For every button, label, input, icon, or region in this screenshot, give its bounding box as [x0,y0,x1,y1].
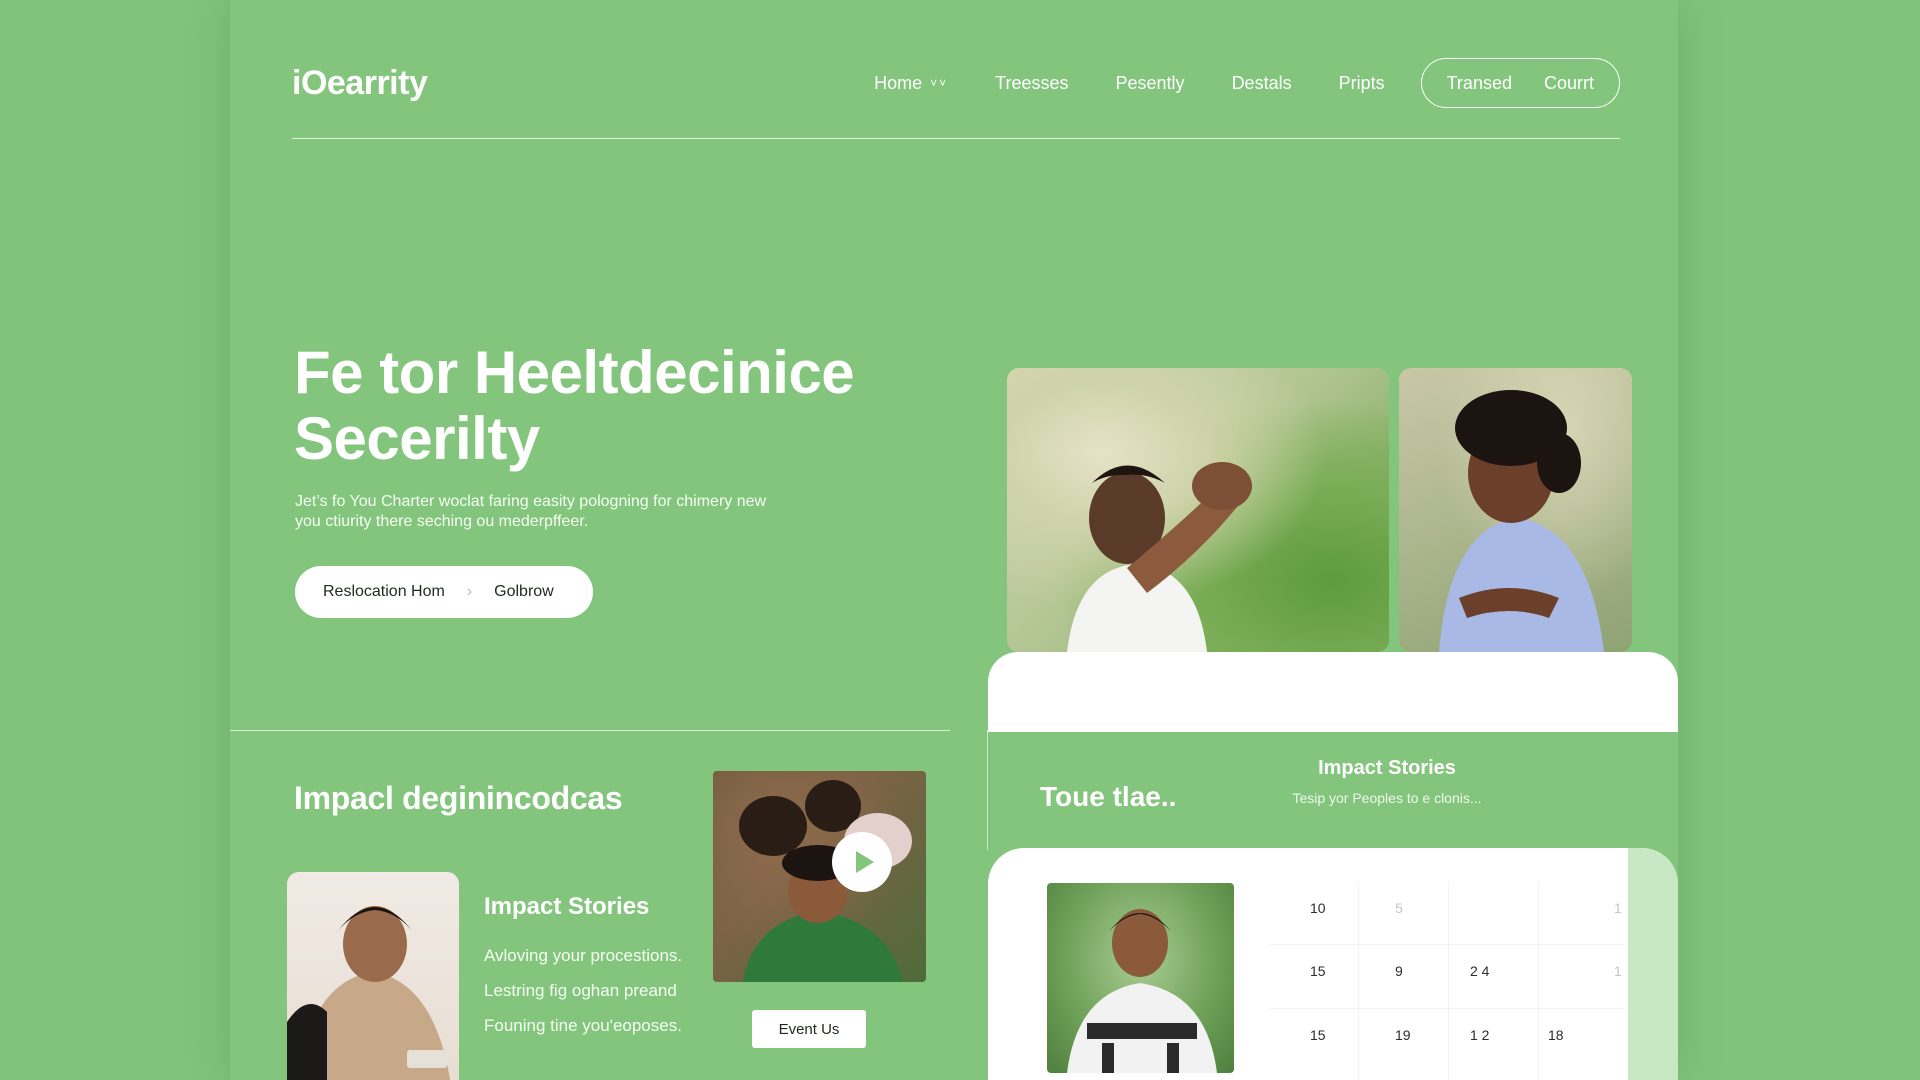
nav-divider [292,138,1620,139]
toue-title: Toue tlae.. [1040,781,1177,812]
calendar-grid: 10 5 1 15 9 2 4 1 15 19 1 2 18 [1270,882,1625,1080]
list-item: Founing tine you'eoposes. [484,1016,682,1035]
chevron-right-icon: › [466,583,473,600]
list-item: Avloving your procestions. [484,946,683,965]
calendar-cell[interactable]: 1 [1614,900,1622,916]
white-tab-panel [988,652,1678,732]
nav-item-pripts[interactable]: Pripts [1339,73,1385,94]
hero-subtitle: Jet’s fo You Charter woclat faring easit… [295,492,895,532]
calendar-cell[interactable]: 19 [1395,1027,1411,1043]
hero-cta-pill: Reslocation Hom › Golbrow [295,566,593,618]
calendar-col-divider [1538,882,1539,1080]
list-item: Lestring fig oghan preand [484,981,677,1000]
section-divider [230,730,950,731]
transed-button[interactable]: Transed [1447,73,1512,94]
hero-photo-woman [1399,368,1632,652]
golbrow-button[interactable]: Golbrow [494,583,554,601]
nav-pill-group: Transed Courrt [1420,58,1620,108]
profile-photo-man [1047,883,1234,1073]
page-panel: iOearrity Home ˅˅ Treesses Pesently Dest… [230,0,1678,1080]
hero-title-line: Fe tor Heeltdecinice [294,339,855,406]
impact-section-title: Impacl deginincodcas [294,780,623,816]
calendar-col-divider [1358,882,1359,1080]
top-nav: iOearrity Home ˅˅ Treesses Pesently Dest… [292,56,1620,110]
nav-links: Home ˅˅ Treesses Pesently Destals Pripts… [874,58,1620,108]
calendar-cell[interactable]: 15 [1310,1027,1326,1043]
reslocation-button[interactable]: Reslocation Hom [323,583,445,601]
nav-item-home[interactable]: Home ˅˅ [874,73,948,94]
video-thumbnail[interactable] [713,771,926,982]
logo[interactable]: iOearrity [292,64,428,103]
play-icon [855,851,874,873]
nav-item-destals[interactable]: Destals [1232,73,1292,94]
nav-item-label: Home [874,72,923,93]
calendar-cell[interactable]: 1 2 [1470,1027,1489,1043]
impact-stories-subtitle: Tesip yor Peoples to e clonis... [1292,790,1482,806]
impact-list: Avloving your procestions. Lestring fig … [484,938,682,1043]
play-button[interactable] [832,832,892,892]
calendar-cell[interactable]: 9 [1395,963,1403,979]
hero-subtitle-line: Jet’s fo You Charter woclat faring easit… [295,493,767,510]
calendar-cell[interactable]: 2 4 [1470,963,1489,979]
calendar-cell[interactable]: 5 [1395,900,1403,916]
chevron-down-icon: ˅˅ [930,76,949,90]
hero-title: Fe tor Heeltdecinice Secerilty [294,339,855,472]
nav-item-pesently[interactable]: Pesently [1116,73,1185,94]
card-accent-strip [1628,848,1678,1080]
courrt-button[interactable]: Courrt [1544,73,1594,94]
calendar-cell[interactable]: 18 [1548,1027,1564,1043]
nav-item-treesses[interactable]: Treesses [995,73,1068,94]
impact-photo-woman-phone [287,872,459,1080]
impact-stories-title: Impact Stories [1318,757,1456,779]
vertical-divider [987,730,988,850]
calendar-cell[interactable]: 10 [1310,900,1326,916]
calendar-cell[interactable]: 15 [1310,963,1326,979]
hero-subtitle-line: you ctiurity there seching ou mederpffee… [295,513,589,530]
calendar-col-divider [1448,882,1449,1080]
impact-stories-heading: Impact Stories [484,893,650,920]
calendar-cell[interactable]: 1 [1614,963,1622,979]
event-us-button[interactable]: Event Us [752,1010,866,1048]
hero-photo-man [1007,368,1389,652]
hero-title-line: Secerilty [294,405,540,472]
